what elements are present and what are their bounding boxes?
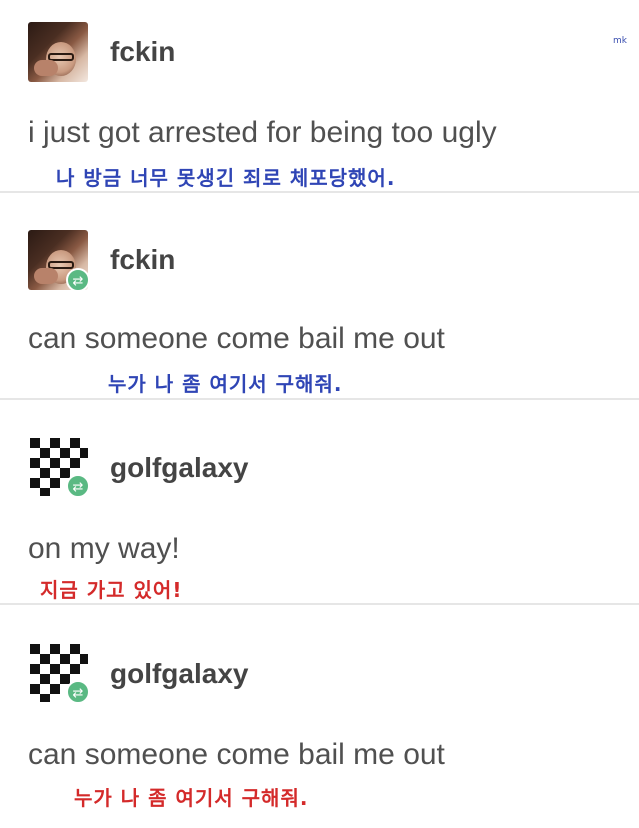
- korean-translation: 지금 가고 있어!: [40, 578, 183, 602]
- username[interactable]: golfgalaxy: [110, 658, 248, 690]
- post-divider: [0, 398, 639, 400]
- avatar-hand: [34, 268, 58, 284]
- reblog-icon: ⇄: [66, 474, 90, 498]
- korean-translation: 나 방금 너무 못생긴 죄로 체포당했어.: [56, 166, 396, 190]
- username[interactable]: fckin: [110, 244, 175, 276]
- korean-translation: 누가 나 좀 여기서 구해줘.: [74, 786, 309, 810]
- post-message: i just got arrested for being too ugly: [28, 116, 497, 149]
- username[interactable]: fckin: [110, 36, 175, 68]
- post-message: can someone come bail me out: [28, 322, 445, 355]
- reblog-icon: ⇄: [66, 268, 90, 292]
- post-divider: [0, 191, 639, 193]
- avatar-hand: [34, 60, 58, 76]
- watermark: mk: [613, 36, 627, 46]
- post-message: can someone come bail me out: [28, 738, 445, 771]
- korean-translation: 누가 나 좀 여기서 구해줘.: [108, 372, 343, 396]
- user-avatar[interactable]: [28, 22, 88, 82]
- post-divider: [0, 603, 639, 605]
- post-message: on my way!: [28, 532, 180, 565]
- username[interactable]: golfgalaxy: [110, 452, 248, 484]
- reblog-icon: ⇄: [66, 680, 90, 704]
